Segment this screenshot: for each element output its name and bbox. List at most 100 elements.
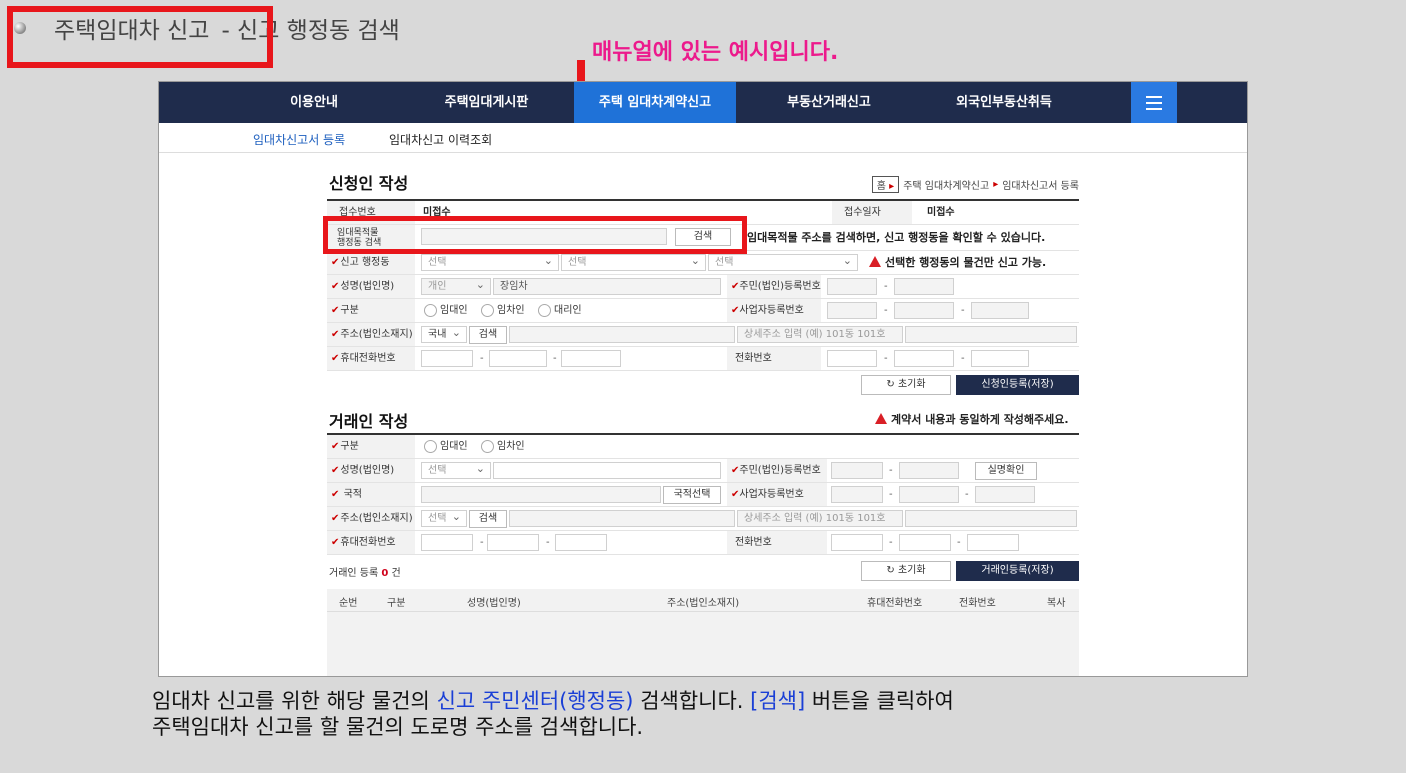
dong-select[interactable]: 선택 <box>708 253 858 271</box>
name-input[interactable]: 장임차 <box>493 278 721 295</box>
address-extra-input[interactable] <box>905 326 1077 343</box>
mobile-label: ✔휴대전화번호 <box>327 347 415 370</box>
resident-no-2[interactable] <box>894 278 954 295</box>
breadcrumb: 홈 ▸ 주택 임대차계약신고 ▸ 임대차신고서 등록 <box>871 176 1079 193</box>
cp-phone-3[interactable] <box>967 534 1019 551</box>
sub-nav: 임대차신고서 등록 임대차신고 이력조회 <box>159 123 1247 153</box>
biz-no-2[interactable] <box>894 302 954 319</box>
col-copy: 복사 <box>1047 598 1066 609</box>
cp-address-extra-input[interactable] <box>905 510 1077 527</box>
cp-address-label: ✔주소(법인소재지) <box>327 507 415 530</box>
resident-no-1[interactable] <box>827 278 877 295</box>
radio-lessor-label: 임대인 <box>440 305 468 316</box>
cp-radio-lessor-label: 임대인 <box>440 441 468 452</box>
nav-item-realestate[interactable]: 부동산거래신고 <box>759 82 899 123</box>
phone-1[interactable] <box>827 350 877 367</box>
col-mobile: 휴대전화번호 <box>867 598 923 609</box>
applicant-save-button[interactable]: 신청인등록(저장) <box>956 375 1079 395</box>
cp-nationality-input[interactable] <box>421 486 661 503</box>
radio-agent[interactable] <box>538 304 551 317</box>
col-phone: 전화번호 <box>959 598 996 609</box>
address-input[interactable] <box>509 326 735 343</box>
radio-lessee[interactable] <box>481 304 494 317</box>
reset-icon: ↻ <box>886 565 898 576</box>
counterparty-reset-button[interactable]: ↻ 초기화 <box>861 561 951 581</box>
biz-no-1[interactable] <box>827 302 877 319</box>
col-name: 성명(법인명) <box>467 598 521 609</box>
nationality-select-button[interactable]: 국적선택 <box>663 486 721 504</box>
applicant-title: 신청인 작성 <box>329 174 409 193</box>
phone-label: 전화번호 <box>727 347 821 370</box>
receipt-date-value: 미접수 <box>927 207 955 218</box>
nav-item-foreign[interactable]: 외국인부동산취득 <box>929 82 1079 123</box>
counterparty-save-button[interactable]: 거래인등록(저장) <box>956 561 1079 581</box>
verify-name-button[interactable]: 실명확인 <box>975 462 1037 480</box>
phone-2[interactable] <box>894 350 954 367</box>
cp-address-type-select[interactable]: 선택 <box>421 509 467 527</box>
cp-address-search-button[interactable]: 검색 <box>469 510 507 528</box>
cp-radio-lessee-label: 임차인 <box>497 441 525 452</box>
person-type-select[interactable]: 개인 <box>421 277 491 295</box>
cp-biz-no-label: ✔사업자등록번호 <box>727 483 827 506</box>
phone-3[interactable] <box>971 350 1029 367</box>
global-nav: 이용안내 주택임대게시판 주택 임대차계약신고 부동산거래신고 외국인부동산취득 <box>159 82 1247 123</box>
nav-item-rent-report[interactable]: 주택 임대차계약신고 <box>574 82 736 123</box>
address-country-select[interactable]: 국내 <box>421 325 467 343</box>
counterparty-title: 거래인 작성 <box>329 412 409 431</box>
cp-biz-no-1[interactable] <box>831 486 883 503</box>
caption-line-2: 주택임대차 신고를 할 물건의 도로명 주소를 검색합니다. <box>152 715 644 739</box>
cp-name-input[interactable] <box>493 462 721 479</box>
nav-item-guide[interactable]: 이용안내 <box>254 82 374 123</box>
home-link[interactable]: 홈 ▸ <box>871 176 900 193</box>
cp-phone-1[interactable] <box>831 534 883 551</box>
cp-phone-label: 전화번호 <box>727 531 827 554</box>
cp-mobile-label: ✔휴대전화번호 <box>327 531 415 554</box>
applicant-reset-button[interactable]: ↻ 초기화 <box>861 375 951 395</box>
cp-name-label: ✔성명(법인명) <box>327 459 415 482</box>
receipt-date-label: 접수일자 <box>832 201 912 224</box>
nav-item-board[interactable]: 주택임대게시판 <box>414 82 559 123</box>
counterparty-count: 거래인 등록 0 건 <box>329 568 401 579</box>
category-label: ✔구분 <box>327 299 415 322</box>
col-type: 구분 <box>387 598 406 609</box>
mobile-1[interactable] <box>421 350 473 367</box>
cp-resident-no-2[interactable] <box>899 462 959 479</box>
sigungu-select[interactable]: 선택 <box>561 253 706 271</box>
breadcrumb-item-current: 임대차신고서 등록 <box>1002 181 1079 192</box>
biz-no-label: ✔사업자등록번호 <box>727 299 821 322</box>
counterparty-list-header: 순번 구분 성명(법인명) 주소(법인소재지) 휴대전화번호 전화번호 복사 <box>327 589 1079 611</box>
address-search-button[interactable]: 검색 <box>469 326 507 344</box>
cp-address-input[interactable] <box>509 510 735 527</box>
cp-mobile-2[interactable] <box>487 534 539 551</box>
cp-mobile-1[interactable] <box>421 534 473 551</box>
subnav-register[interactable]: 임대차신고서 등록 <box>253 131 345 148</box>
cp-resident-no-1[interactable] <box>831 462 883 479</box>
biz-no-3[interactable] <box>971 302 1029 319</box>
radio-lessor[interactable] <box>424 304 437 317</box>
menu-icon[interactable] <box>1131 82 1177 123</box>
mobile-3[interactable] <box>561 350 621 367</box>
cp-radio-lessor[interactable] <box>424 440 437 453</box>
search-help: 임대목적물 주소를 검색하면, 신고 행정동을 확인할 수 있습니다. <box>747 231 1046 244</box>
cp-person-type-select[interactable]: 선택 <box>421 461 491 479</box>
cp-address-detail-input[interactable]: 상세주소 입력 (예) 101동 101호 <box>737 510 903 527</box>
cp-mobile-3[interactable] <box>555 534 607 551</box>
name-label: ✔성명(법인명) <box>327 275 415 298</box>
cp-resident-no-label: ✔주민(법인)등록번호 <box>727 459 827 482</box>
address-label: ✔주소(법인소재지) <box>327 323 415 346</box>
sido-select[interactable]: 선택 <box>421 253 559 271</box>
breadcrumb-item[interactable]: 주택 임대차계약신고 <box>903 177 989 192</box>
radio-lessee-label: 임차인 <box>497 305 525 316</box>
cp-biz-no-3[interactable] <box>975 486 1035 503</box>
col-seq: 순번 <box>339 598 358 609</box>
cp-category-label: ✔구분 <box>327 435 415 458</box>
mobile-2[interactable] <box>489 350 547 367</box>
address-detail-input[interactable]: 상세주소 입력 (예) 101동 101호 <box>737 326 903 343</box>
report-dong-warning: 선택한 행정동의 물건만 신고 가능. <box>869 251 1046 274</box>
highlight-box-title <box>7 6 273 68</box>
cp-biz-no-2[interactable] <box>899 486 959 503</box>
counterparty-warning: 계약서 내용과 동일하게 작성해주세요. <box>875 412 1069 428</box>
cp-phone-2[interactable] <box>899 534 951 551</box>
cp-radio-lessee[interactable] <box>481 440 494 453</box>
subnav-history[interactable]: 임대차신고 이력조회 <box>389 131 492 148</box>
